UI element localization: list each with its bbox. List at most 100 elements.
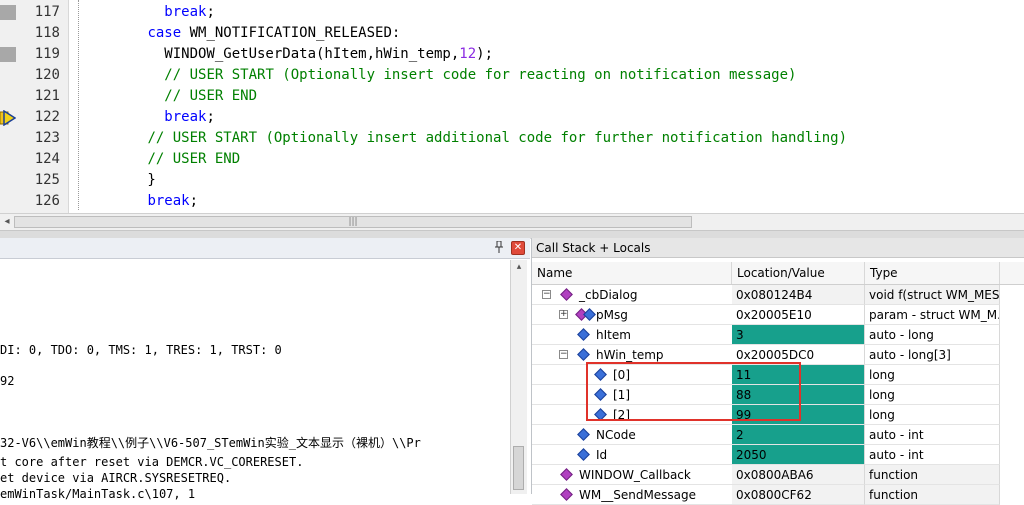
command-output-line: 92 [0, 374, 15, 388]
line-number: 124 [34, 151, 60, 167]
code-line[interactable]: WINDOW_GetUserData(hItem,hWin_temp,12); [80, 44, 493, 65]
row-name: WM__SendMessage [579, 488, 697, 502]
gutter-line[interactable]: 119 [0, 44, 68, 65]
command-vertical-scrollbar[interactable]: ▴ [510, 260, 527, 494]
line-number: 120 [34, 67, 60, 83]
call-stack-row[interactable]: WM__SendMessage 0x0800CF62 function [532, 485, 1002, 505]
call-stack-row[interactable]: NCode 2 auto - int [532, 425, 1002, 445]
row-type: auto - int [865, 445, 1000, 465]
expand-icon[interactable]: + [559, 310, 568, 319]
row-name-cell[interactable]: − _cbDialog [532, 285, 732, 305]
call-stack-row[interactable]: Id 2050 auto - int [532, 445, 1002, 465]
pin-icon[interactable] [493, 240, 505, 253]
code-editor[interactable]: 117 118 119 120 121 122 123 124 125 126 break; ca… [0, 0, 1024, 214]
row-name-cell[interactable]: + pMsg [532, 305, 732, 325]
call-stack-row[interactable]: − _cbDialog 0x080124B4 void f(struct WM_MES… [532, 285, 1002, 305]
call-stack-row[interactable]: WINDOW_Callback 0x0800ABA6 function [532, 465, 1002, 485]
column-header-name[interactable]: Name [532, 262, 732, 284]
row-location-value[interactable]: 0x20005E10 [732, 305, 865, 325]
row-type: long [865, 405, 1000, 425]
call-stack-row[interactable]: + pMsg 0x20005E10 param - struct WM_M... [532, 305, 1002, 325]
fold-guide [78, 0, 79, 210]
scroll-left-icon[interactable]: ◂ [2, 216, 12, 228]
collapse-icon[interactable]: − [559, 350, 568, 359]
gutter-line[interactable]: 126 [0, 191, 68, 212]
function-icon [560, 488, 573, 501]
row-location-value[interactable]: 0x0800ABA6 [732, 465, 865, 485]
collapse-icon[interactable]: − [542, 290, 551, 299]
row-location-value[interactable]: 2 [732, 425, 865, 445]
variable-icon [583, 308, 596, 321]
line-number: 118 [34, 25, 60, 41]
row-location-value[interactable]: 0x0800CF62 [732, 485, 865, 505]
line-number: 125 [34, 172, 60, 188]
call-stack-row[interactable]: hItem 3 auto - long [532, 325, 1002, 345]
function-icon [560, 288, 573, 301]
annotation-highlight-box [586, 362, 801, 421]
editor-horizontal-scrollbar[interactable]: ◂ ||| [0, 213, 696, 231]
gutter-line[interactable]: 122 [0, 107, 68, 128]
code-token: case [147, 25, 182, 41]
editor-status-strip [696, 213, 1024, 231]
code-line[interactable]: case WM_NOTIFICATION_RELEASED: [80, 23, 400, 44]
row-name-cell[interactable]: WINDOW_Callback [532, 465, 732, 485]
scrollbar-thumb[interactable] [513, 446, 524, 490]
line-number-gutter[interactable]: 117 118 119 120 121 122 123 124 125 126 [0, 0, 69, 214]
row-type: long [865, 385, 1000, 405]
code-line[interactable]: // USER END [80, 86, 257, 107]
command-output-line: et device via AIRCR.SYSRESETREQ. [0, 471, 232, 485]
scroll-up-icon[interactable]: ▴ [511, 262, 527, 274]
code-line[interactable]: break; [80, 107, 215, 128]
gutter-line[interactable]: 125 [0, 170, 68, 191]
command-output-line: emWinTask/MainTask.c\107, 1 [0, 487, 196, 501]
current-line-arrow-icon [0, 109, 17, 127]
gutter-line[interactable]: 117 [0, 2, 68, 23]
gutter-line[interactable]: 124 [0, 149, 68, 170]
breakpoint-marker[interactable] [0, 47, 16, 62]
code-line[interactable]: // USER START (Optionally insert code fo… [80, 65, 796, 86]
code-line[interactable]: break; [80, 191, 198, 212]
code-line[interactable]: // USER START (Optionally insert additio… [80, 128, 847, 149]
row-location-value[interactable]: 3 [732, 325, 865, 345]
line-number: 122 [34, 109, 60, 125]
close-icon[interactable]: ✕ [511, 241, 525, 255]
row-name-cell[interactable]: hItem [532, 325, 732, 345]
gutter-line[interactable]: 118 [0, 23, 68, 44]
column-headers: Name Location/Value Type [532, 262, 1024, 285]
row-name-cell[interactable]: WM__SendMessage [532, 485, 732, 505]
variable-icon [577, 428, 590, 441]
code-line[interactable]: // USER END [80, 149, 240, 170]
row-type: long [865, 365, 1000, 385]
row-name: pMsg [596, 308, 628, 322]
panel-title: Call Stack + Locals [532, 238, 1024, 258]
row-location-value[interactable]: 2050 [732, 445, 865, 465]
row-location-value[interactable]: 0x080124B4 [732, 285, 865, 305]
row-type: auto - int [865, 425, 1000, 445]
row-name: WINDOW_Callback [579, 468, 691, 482]
breakpoint-marker[interactable] [0, 5, 16, 20]
gutter-line[interactable]: 123 [0, 128, 68, 149]
line-number: 123 [34, 130, 60, 146]
code-line[interactable]: break; [80, 2, 215, 23]
column-header-type[interactable]: Type [865, 262, 1000, 284]
code-token: ; [189, 193, 199, 209]
column-header-location[interactable]: Location/Value [732, 262, 865, 284]
gutter-line[interactable]: 120 [0, 65, 68, 86]
variable-icon [577, 328, 590, 341]
row-type: void f(struct WM_MES... [865, 285, 1000, 305]
row-name-cell[interactable]: Id [532, 445, 732, 465]
row-name: hItem [596, 328, 631, 342]
row-name-cell[interactable]: NCode [532, 425, 732, 445]
command-panel-header: ✕ [0, 238, 530, 259]
command-output-panel[interactable]: ✕ DI: 0, TDO: 0, TMS: 1, TRES: 1, TRST: … [0, 238, 530, 501]
scrollbar-thumb[interactable]: ||| [14, 216, 692, 228]
gutter-line[interactable]: 121 [0, 86, 68, 107]
row-name: _cbDialog [579, 288, 638, 302]
code-line[interactable]: } [80, 170, 155, 191]
function-icon [560, 468, 573, 481]
